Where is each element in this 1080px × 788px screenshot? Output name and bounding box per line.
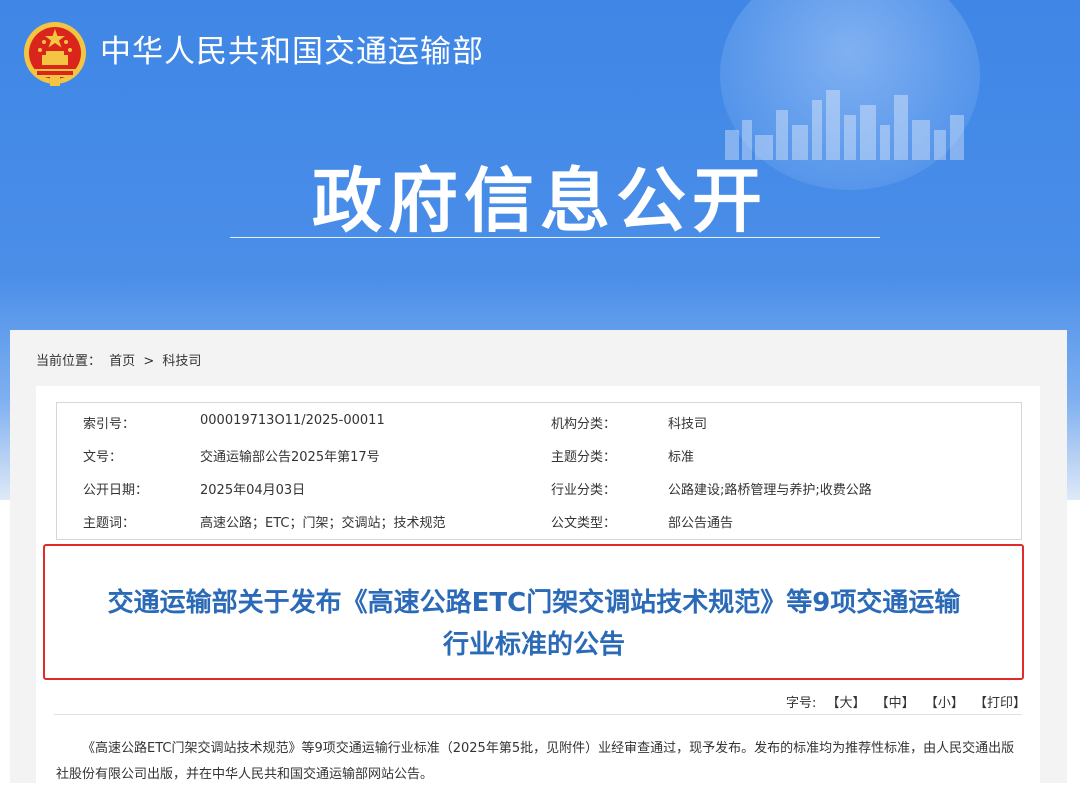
divider [54,714,1022,715]
breadcrumb-current-link[interactable]: 科技司 [162,354,201,369]
breadcrumb-separator: > [143,354,155,369]
metadata-value: 部公告通告 [668,516,734,531]
article-title-line: 交通运输部关于发布《高速公路ETC门架交调站技术规范》等9项交通运输 [107,588,961,618]
breadcrumb-home-link[interactable]: 首页 [109,354,135,369]
metadata-key: 索引号： [83,417,136,432]
metadata-value: 公路建设;路桥管理与养护;收费公路 [668,483,872,498]
metadata-key: 行业分类： [551,483,617,498]
font-small-button[interactable]: 【小】 [925,696,964,711]
font-large-button[interactable]: 【大】 [827,696,866,711]
font-size-controls: 字号: 【大】 【中】 【小】 【打印】 [786,692,1026,711]
metadata-key: 公文类型： [551,516,617,531]
metadata-value: 000019713O11/2025-00011 [200,413,385,428]
font-medium-button[interactable]: 【中】 [876,696,915,711]
metadata-row: 公开日期： 2025年04月03日 行业分类： 公路建设;路桥管理与养护;收费公… [57,469,1021,502]
article-body: 《高速公路ETC门架交调站技术规范》等9项交通运输行业标准（2025年第5批，见… [56,741,1015,782]
article-title-line: 行业标准的公告 [442,630,625,660]
metadata-value: 科技司 [668,417,708,432]
article-title: 交通运输部关于发布《高速公路ETC门架交调站技术规范》等9项交通运输 行业标准的… [59,582,1009,666]
article-card: 索引号： 000019713O11/2025-00011 机构分类： 科技司 文… [36,386,1040,783]
site-name[interactable]: 中华人民共和国交通运输部 [100,26,484,71]
title-underline [230,237,880,238]
metadata-key: 机构分类： [551,417,617,432]
print-button[interactable]: 【打印】 [974,696,1026,711]
main-content: 当前位置： 首页 > 科技司 索引号： 000019713O11/2025-00… [10,330,1067,783]
metadata-key: 主题词： [83,516,136,531]
national-emblem-icon [24,22,86,86]
metadata-key: 主题分类： [551,450,617,465]
metadata-row: 文号： 交通运输部公告2025年第17号 主题分类： 标准 [57,436,1021,469]
metadata-row: 主题词： 高速公路；ETC；门架；交调站；技术规范 公文类型： 部公告通告 [57,502,1021,535]
article-title-highlight: 交通运输部关于发布《高速公路ETC门架交调站技术规范》等9项交通运输 行业标准的… [43,544,1024,680]
metadata-value: 2025年04月03日 [200,483,306,498]
metadata-table: 索引号： 000019713O11/2025-00011 机构分类： 科技司 文… [56,402,1022,540]
metadata-value: 交通运输部公告2025年第17号 [200,450,380,465]
metadata-key: 公开日期： [83,483,149,498]
breadcrumb: 当前位置： 首页 > 科技司 [36,350,205,369]
metadata-value: 标准 [668,450,695,465]
metadata-value: 高速公路；ETC；门架；交调站；技术规范 [200,516,446,531]
page-title: 政府信息公开 [312,160,768,242]
metadata-key: 文号： [83,450,123,465]
breadcrumb-label: 当前位置： [36,354,102,369]
font-size-label: 字号: [785,696,817,711]
metadata-row: 索引号： 000019713O11/2025-00011 机构分类： 科技司 [57,403,1021,436]
